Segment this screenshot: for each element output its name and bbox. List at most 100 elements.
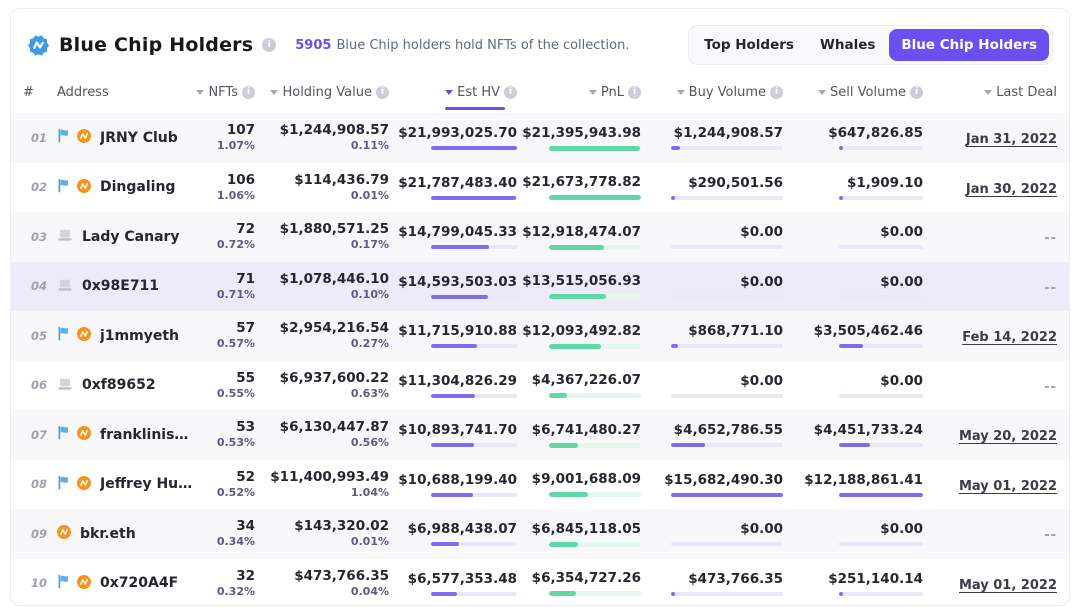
- est-cell: $11,715,910.88: [389, 323, 517, 348]
- address-name[interactable]: Jeffrey Hu…: [100, 476, 192, 492]
- holder-type-tabs: Top HoldersWhalesBlue Chip Holders: [688, 25, 1053, 65]
- rank-cell: 06: [23, 378, 57, 392]
- col-label: #: [23, 85, 34, 100]
- info-icon[interactable]: i: [504, 86, 517, 99]
- col-header-pnl[interactable]: PnLi: [517, 85, 641, 100]
- sell-cell: $12,188,861.41: [783, 472, 923, 497]
- address-name[interactable]: Lady Canary: [82, 229, 180, 245]
- address-name[interactable]: bkr.eth: [80, 526, 136, 542]
- sell-cell: $0.00: [783, 224, 923, 249]
- col-header-holding-value[interactable]: Holding Valuei: [255, 85, 389, 100]
- info-icon[interactable]: i: [242, 86, 255, 99]
- sort-arrow-icon[interactable]: [984, 90, 992, 95]
- buy-bar-track: [671, 592, 783, 596]
- buy-value: $868,771.10: [688, 323, 783, 339]
- flag-icon: [57, 574, 72, 593]
- title-group: Blue Chip Holders i 5905 Blue Chip holde…: [27, 34, 629, 57]
- badge-icon: [77, 475, 91, 494]
- col-label: Est HV: [457, 85, 500, 100]
- sell-bar-track: [839, 493, 923, 497]
- tab-top-holders[interactable]: Top Holders: [692, 29, 806, 61]
- pnl-value: $6,845,118.05: [532, 521, 641, 537]
- flag-icon: [57, 475, 72, 494]
- sort-arrow-icon[interactable]: [818, 90, 826, 95]
- tab-whales[interactable]: Whales: [808, 29, 887, 61]
- buy-value: $0.00: [740, 224, 783, 240]
- last-deal-link[interactable]: May 01, 2022: [959, 479, 1057, 494]
- sell-bar-track: [839, 146, 923, 150]
- est-bar-fill: [431, 542, 459, 546]
- pnl-bar-track: [549, 146, 641, 151]
- nfts-percent: 0.72%: [217, 238, 255, 252]
- col-header-buy-volume[interactable]: Buy Volumei: [641, 85, 783, 100]
- info-icon[interactable]: i: [770, 86, 783, 99]
- address-name[interactable]: franklinisb…: [100, 427, 197, 443]
- holding-value-value: $6,937,600.22: [280, 370, 389, 387]
- sort-arrow-icon[interactable]: [677, 90, 685, 95]
- buy-bar-track: [671, 542, 783, 546]
- buy-value: $1,244,908.57: [674, 125, 783, 141]
- buy-bar-fill: [671, 493, 783, 497]
- nfts-percent: 0.32%: [217, 585, 255, 599]
- est-bar-fill: [431, 344, 477, 348]
- blue-chip-seal-icon: [27, 34, 50, 57]
- nfts-value: 71: [236, 271, 255, 288]
- est-bar-fill: [431, 245, 489, 249]
- sort-arrow-icon[interactable]: [196, 90, 204, 95]
- subtitle: 5905 Blue Chip holders hold NFTs of the …: [295, 38, 629, 53]
- est-value: $6,988,438.07: [408, 521, 517, 537]
- sell-cell: $3,505,462.46: [783, 323, 923, 348]
- pnl-cell: $6,845,118.05: [517, 521, 641, 547]
- buy-bar-fill: [671, 592, 675, 596]
- last-deal-link[interactable]: Feb 14, 2022: [962, 330, 1057, 345]
- address-cell: Lady Canary: [57, 227, 197, 246]
- col-header-sell-volume[interactable]: Sell Volumei: [783, 85, 923, 100]
- col-header-nfts[interactable]: NFTsi: [197, 85, 255, 100]
- last-deal-link[interactable]: Jan 30, 2022: [966, 182, 1057, 197]
- last-deal-link[interactable]: May 01, 2022: [959, 578, 1057, 593]
- address-cell: j1mmyeth: [57, 326, 197, 345]
- last-deal-link[interactable]: May 20, 2022: [959, 429, 1057, 444]
- sort-arrow-icon[interactable]: [589, 90, 597, 95]
- last-deal-link[interactable]: Jan 31, 2022: [966, 132, 1057, 147]
- buy-bar-track: [671, 394, 783, 398]
- badge-icon: [57, 524, 71, 543]
- pnl-bar-track: [549, 195, 641, 200]
- info-icon[interactable]: i: [910, 86, 923, 99]
- nfts-percent: 1.06%: [217, 189, 255, 203]
- address-name[interactable]: JRNY Club: [100, 130, 178, 146]
- nfts-value: 72: [236, 221, 255, 238]
- address-name[interactable]: j1mmyeth: [100, 328, 179, 344]
- info-icon[interactable]: i: [376, 86, 389, 99]
- address-name[interactable]: 0x98E711: [82, 278, 159, 294]
- col-header-est-hv[interactable]: Est HV i: [389, 85, 517, 100]
- col-header-last-deal[interactable]: Last Deal: [923, 85, 1057, 100]
- address-name[interactable]: 0xf89652: [82, 377, 156, 393]
- table-row: 100x720A4F320.32%$473,766.350.04%$6,577,…: [11, 559, 1069, 607]
- pnl-value: $6,354,727.26: [532, 570, 641, 586]
- sell-bar-fill: [839, 146, 843, 150]
- sort-arrow-icon[interactable]: [270, 90, 278, 95]
- est-bar-track: [431, 493, 517, 497]
- est-cell: $21,993,025.70: [389, 125, 517, 150]
- nfts-cell: 320.32%: [197, 568, 255, 599]
- address-name[interactable]: 0x720A4F: [100, 575, 178, 591]
- col-label: NFTs: [208, 85, 238, 100]
- buy-cell: $15,682,490.30: [641, 472, 783, 497]
- title-info-icon[interactable]: i: [262, 38, 276, 52]
- info-icon[interactable]: i: [628, 86, 641, 99]
- nfts-cell: 340.34%: [197, 518, 255, 549]
- holding-value-cell: $143,320.020.01%: [255, 518, 389, 549]
- pnl-value: $21,395,943.98: [522, 125, 641, 141]
- sort-arrow-icon[interactable]: [445, 90, 453, 95]
- rank-cell: 07: [23, 428, 57, 442]
- last-deal-empty: --: [1044, 380, 1057, 395]
- address-cell: Dingaling: [57, 178, 197, 197]
- address-name[interactable]: Dingaling: [100, 179, 175, 195]
- sell-bar-track: [839, 245, 923, 249]
- tab-blue-chip-holders[interactable]: Blue Chip Holders: [889, 29, 1049, 61]
- est-cell: $21,787,483.40: [389, 175, 517, 200]
- nfts-cell: 710.71%: [197, 271, 255, 302]
- holding-value-percent: 0.01%: [351, 535, 389, 549]
- pnl-value: $21,673,778.82: [522, 174, 641, 190]
